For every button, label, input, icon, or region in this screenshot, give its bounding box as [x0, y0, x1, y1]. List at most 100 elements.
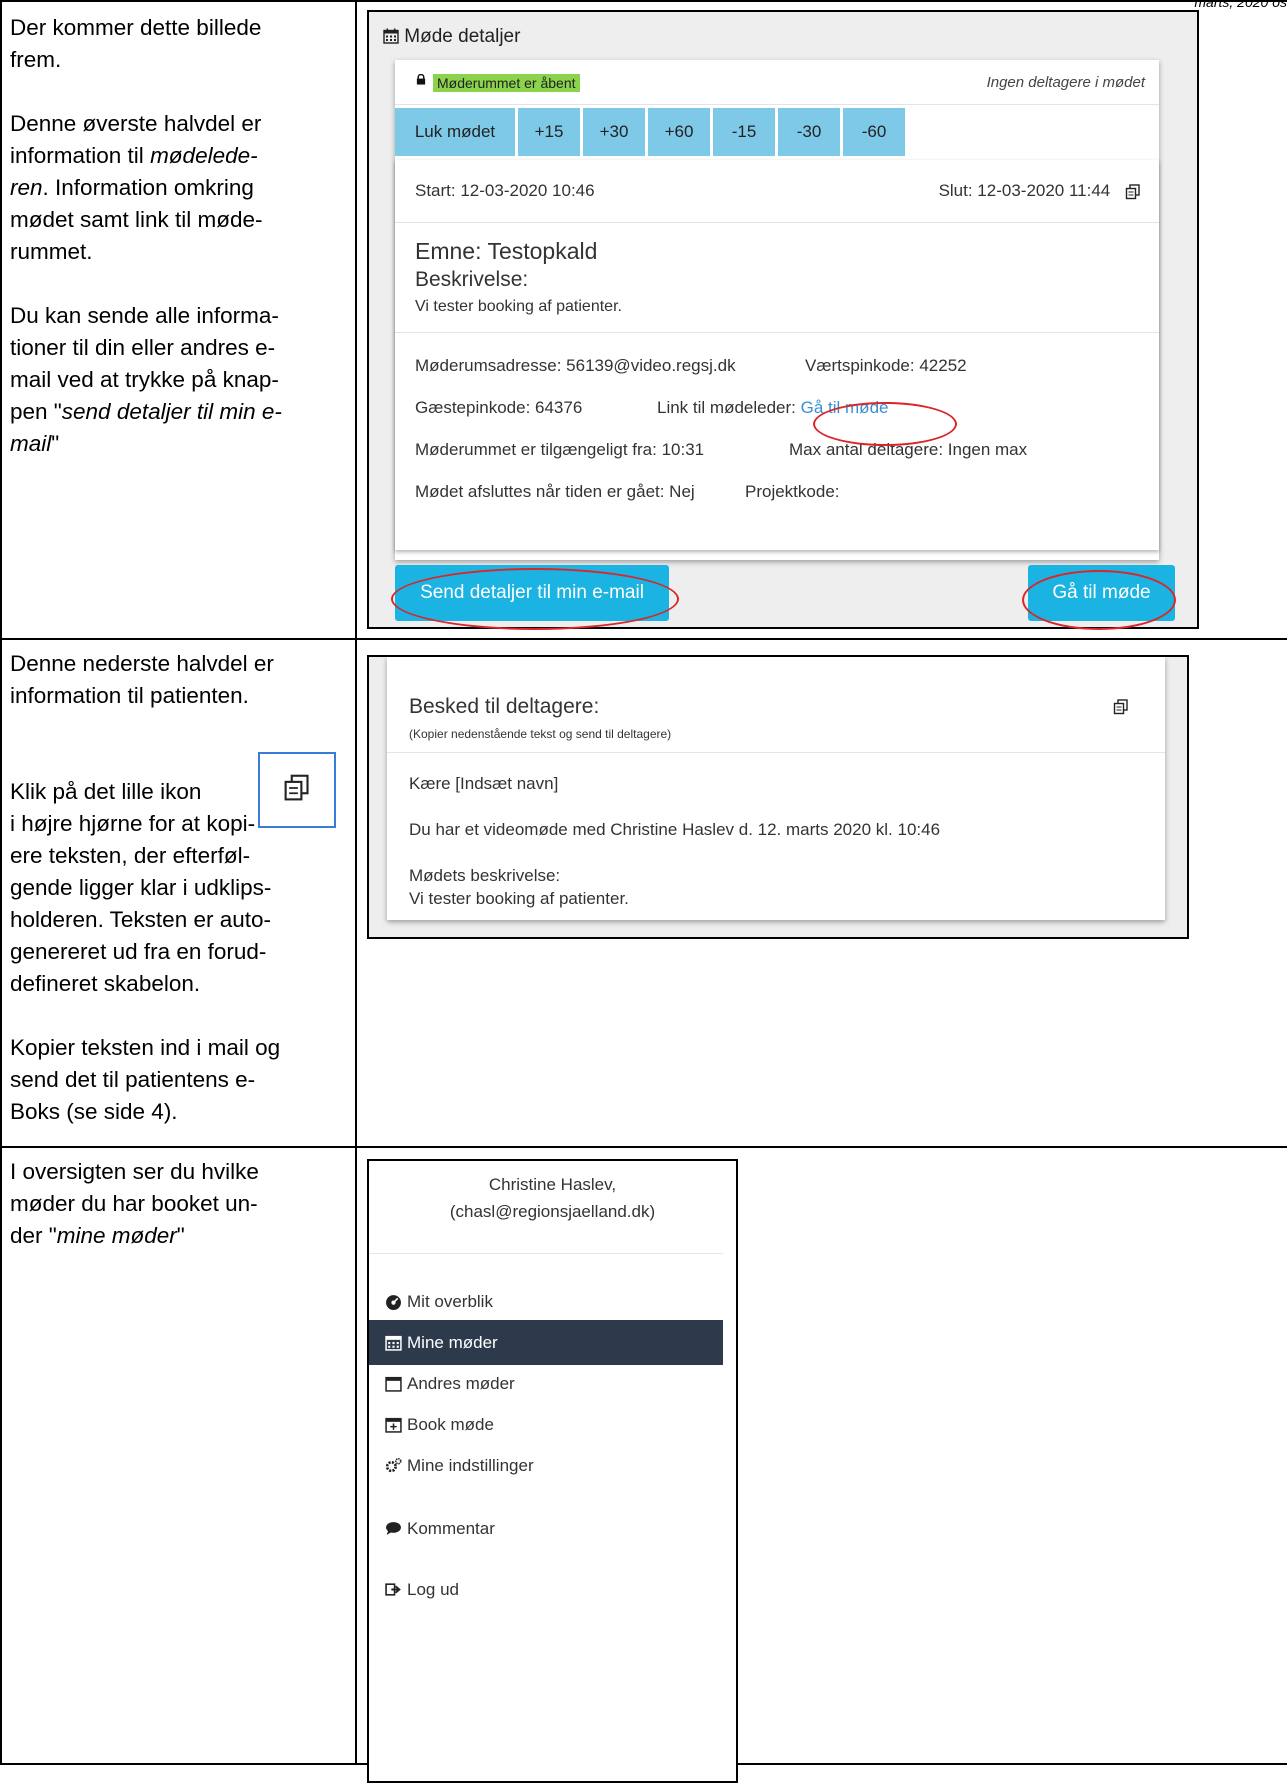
divider — [395, 222, 1159, 223]
available-from: Møderummet er tilgængeligt fra: 10:31 — [415, 440, 705, 459]
text-line: I oversigten ser du hvilke — [10, 1159, 259, 1184]
text-line: information til mødelede- — [10, 143, 258, 168]
divider — [395, 332, 1159, 333]
end-time-row: Slut: 12-03-2020 11:44 — [939, 181, 1141, 201]
dashboard-icon — [386, 1295, 401, 1310]
nav-item-book-meeting[interactable]: Book møde — [369, 1402, 723, 1447]
text-line: Denne øverste halvdel er — [10, 111, 262, 136]
meeting-line: Du har et videomøde med Christine Haslev… — [409, 820, 941, 839]
text-line: Der kommer dette billede — [10, 15, 262, 40]
extend-60-button[interactable]: +60 — [648, 108, 710, 156]
sidebar-screenshot: Christine Haslev, (chasl@regionsjaelland… — [367, 1159, 738, 1783]
description-label: Mødets beskrivelse: — [409, 866, 561, 885]
text-line: gende ligger klar i udklips- — [10, 875, 272, 900]
greeting: Kære [Indsæt navn] — [409, 774, 559, 793]
copy-icon-callout — [258, 752, 336, 828]
description-text: Vi tester booking af patienter. — [415, 298, 622, 315]
meeting-subject: Emne: Testopkald — [415, 238, 598, 264]
text-line: Du kan sende alle informa- — [10, 303, 279, 328]
shorten-60-button[interactable]: -60 — [843, 108, 905, 156]
shorten-15-button[interactable]: -15 — [713, 108, 775, 156]
divider — [387, 752, 1165, 753]
nav-label: Book møde — [407, 1415, 494, 1434]
details-body: Start: 12-03-2020 10:46 Slut: 12-03-2020… — [395, 160, 1159, 550]
close-meeting-button[interactable]: Luk mødet — [395, 108, 515, 156]
leader-link-label: Link til mødeleder: — [657, 398, 796, 417]
auto-end: Mødet afsluttes når tiden er gået: Nej — [415, 482, 695, 501]
nav-item-comment[interactable]: Kommentar — [369, 1506, 723, 1551]
participants-status: Ingen deltagere i mødet — [986, 74, 1145, 91]
table-border-left — [0, 0, 2, 1765]
copy-icon[interactable] — [1125, 183, 1141, 200]
room-status-bar: Møderummet er åbent Ingen deltagere i mø… — [395, 60, 1159, 105]
nav-item-my-meetings[interactable]: Mine møder — [369, 1320, 723, 1365]
comments-icon — [386, 1522, 401, 1535]
extend-15-button[interactable]: +15 — [518, 108, 580, 156]
nav-label: Kommentar — [407, 1519, 495, 1538]
annotation-ring — [1022, 570, 1176, 630]
section1-description: Der kommer dette billede frem. Denne øve… — [10, 12, 355, 460]
nav-item-overview[interactable]: Mit overblik — [369, 1279, 723, 1324]
message-card: Besked til deltagere: (Kopier nedenståen… — [387, 657, 1165, 920]
text-line: Boks (se side 4). — [10, 1099, 178, 1124]
room-address: Møderumsadresse: 56139@video.regsj.dk — [415, 356, 736, 375]
text-line: genereret ud fra en forud- — [10, 939, 267, 964]
calendar-icon — [383, 28, 399, 44]
nav-label: Log ud — [407, 1580, 459, 1599]
text-line: pen "send detaljer til min e- — [10, 399, 282, 424]
nav-item-others-meetings[interactable]: Andres møder — [369, 1361, 723, 1406]
start-time: Start: 12-03-2020 10:46 — [415, 181, 595, 200]
lock-icon — [416, 74, 426, 85]
section2-description: Denne nederste halvdel er information ti… — [10, 648, 355, 1128]
table-row-divider-1 — [0, 638, 1287, 640]
text-line: defineret skabelon. — [10, 971, 201, 996]
message-title: Besked til deltagere: — [409, 695, 600, 718]
nav-label: Mit overblik — [407, 1292, 493, 1311]
project-code: Projektkode: — [745, 482, 840, 501]
end-time: Slut: 12-03-2020 11:44 — [938, 181, 1111, 200]
text-line: information til patienten. — [10, 683, 249, 708]
text-line: Denne nederste halvdel er — [10, 651, 274, 676]
nav-label: Mine møder — [407, 1333, 498, 1352]
user-name: Christine Haslev, — [488, 1175, 617, 1194]
nav-label: Mine indstillinger — [407, 1456, 534, 1475]
participant-message-screenshot: Besked til deltagere: (Kopier nedenståen… — [367, 655, 1189, 939]
user-info: Christine Haslev, (chasl@regionsjaelland… — [369, 1171, 736, 1225]
room-status-badge: Møderummet er åbent — [433, 74, 580, 92]
description-label: Beskrivelse: — [415, 268, 529, 291]
shorten-30-button[interactable]: -30 — [778, 108, 840, 156]
table-row-divider-2 — [0, 1146, 1287, 1148]
text-line: tioner til din eller andres e- — [10, 335, 276, 360]
nav-item-settings[interactable]: Mine indstillinger — [369, 1443, 723, 1488]
divider — [369, 1253, 723, 1254]
section3-description: I oversigten ser du hvilke møder du har … — [10, 1156, 355, 1252]
description-text: Vi tester booking af patienter. — [409, 889, 629, 908]
calendar-icon — [385, 1335, 402, 1351]
panel-title: Møde detaljer — [383, 26, 520, 48]
guest-pin: Gæstepinkode: 64376 — [415, 398, 583, 417]
copy-icon — [284, 774, 309, 801]
text-line: mail ved at trykke på knap- — [10, 367, 279, 392]
text-line: Kopier teksten ind i mail og — [10, 1035, 281, 1060]
table-column-divider — [355, 0, 357, 1765]
nav-label: Andres møder — [407, 1374, 515, 1393]
text-line: mail" — [10, 431, 60, 456]
annotation-ring — [813, 402, 957, 446]
message-subtitle: (Kopier nedenstående tekst og send til d… — [409, 727, 672, 741]
time-button-row: Luk mødet +15 +30 +60 -15 -30 -60 — [395, 108, 1159, 156]
text-line: send det til patientens e- — [10, 1067, 256, 1092]
sign-out-icon — [385, 1583, 401, 1596]
annotation-ring — [391, 568, 679, 630]
calendar-outline-icon — [385, 1376, 402, 1392]
text-line: ere teksten, der efterføl- — [10, 843, 251, 868]
text-line: ren. Information omkring — [10, 175, 254, 200]
gears-icon — [385, 1457, 402, 1473]
extend-30-button[interactable]: +30 — [583, 108, 645, 156]
text-line: der "mine møder" — [10, 1223, 185, 1248]
text-line: holderen. Teksten er auto- — [10, 907, 272, 932]
text-line: mødet samt link til møde- — [10, 207, 263, 232]
nav-item-logout[interactable]: Log ud — [369, 1567, 723, 1612]
calendar-plus-icon — [385, 1417, 402, 1433]
copy-icon[interactable] — [1113, 699, 1129, 715]
text-line: møder du har booket un- — [10, 1191, 258, 1216]
